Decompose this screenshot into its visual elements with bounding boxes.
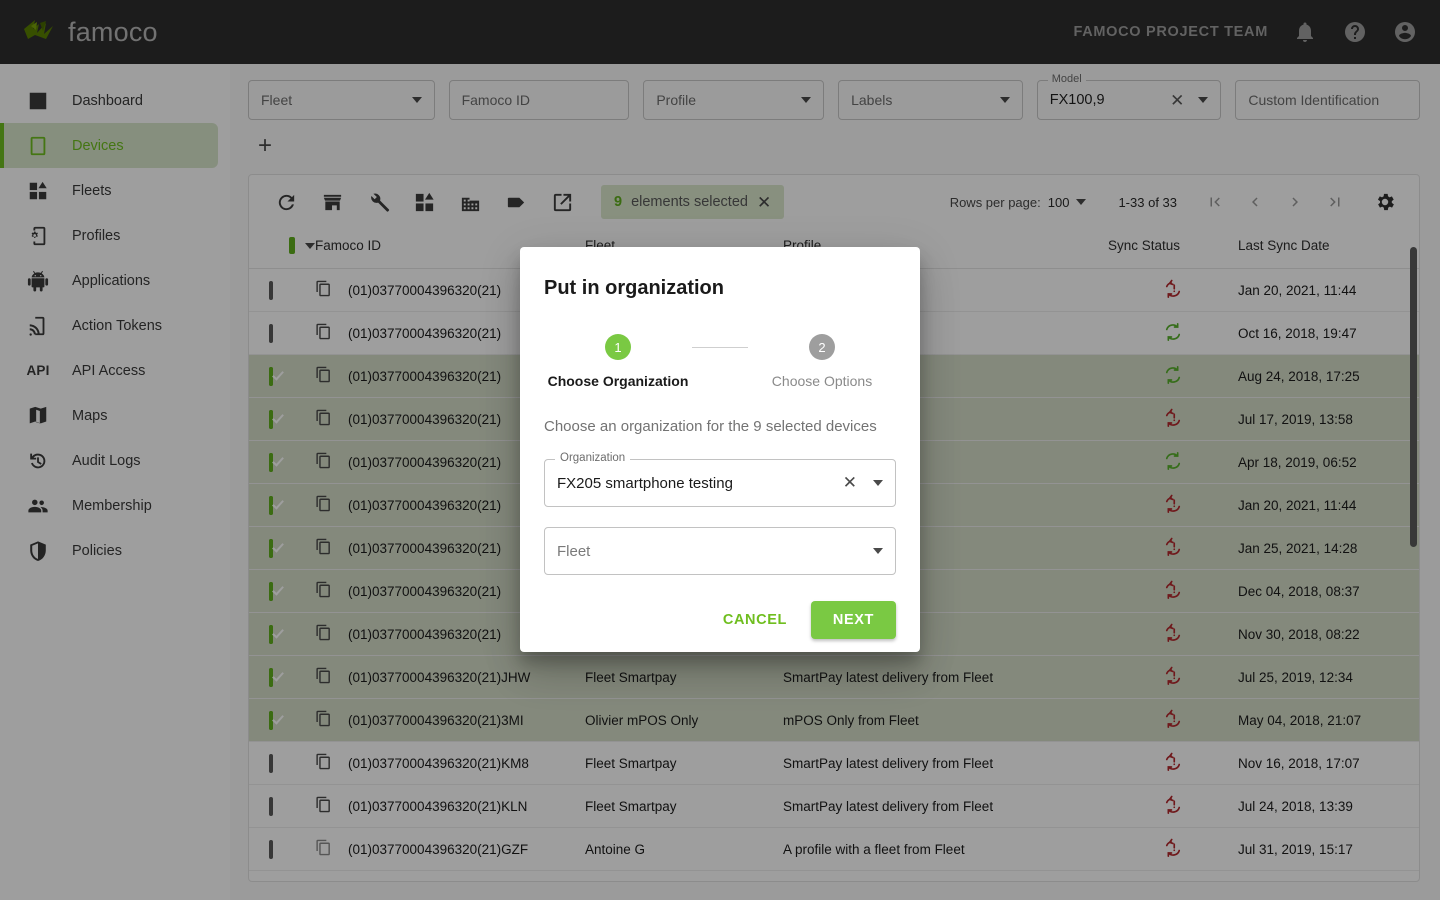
next-button[interactable]: NEXT xyxy=(810,601,896,639)
organization-select-value: FX205 smartphone testing xyxy=(557,474,733,492)
stepper: 1 Choose Organization 2 Choose Options xyxy=(544,334,896,389)
fleet-select-placeholder: Fleet xyxy=(557,542,591,560)
chevron-down-icon[interactable] xyxy=(873,480,883,486)
put-in-organization-dialog: Put in organization 1 Choose Organizatio… xyxy=(520,247,920,652)
dialog-actions: CANCEL NEXT xyxy=(544,601,896,639)
clear-organization-icon[interactable]: ✕ xyxy=(843,473,873,493)
dialog-title: Put in organization xyxy=(544,277,724,299)
dialog-description: Choose an organization for the 9 selecte… xyxy=(544,418,877,435)
step-2-number: 2 xyxy=(809,334,835,360)
step-2-label: Choose Options xyxy=(771,373,873,389)
stepper-connector xyxy=(692,347,748,348)
cancel-button[interactable]: CANCEL xyxy=(713,602,797,638)
step-1-number: 1 xyxy=(605,334,631,360)
chevron-down-icon[interactable] xyxy=(873,548,883,554)
fleet-select[interactable]: Fleet xyxy=(544,527,896,575)
step-2[interactable]: 2 Choose Options xyxy=(748,334,896,389)
organization-select-legend: Organization xyxy=(555,452,631,464)
organization-select[interactable]: Organization FX205 smartphone testing ✕ xyxy=(544,452,896,507)
step-1[interactable]: 1 Choose Organization xyxy=(544,334,692,389)
app-root: famoco FAMOCO PROJECT TEAM Dashboard Dev… xyxy=(0,0,1440,900)
step-1-label: Choose Organization xyxy=(547,373,689,389)
